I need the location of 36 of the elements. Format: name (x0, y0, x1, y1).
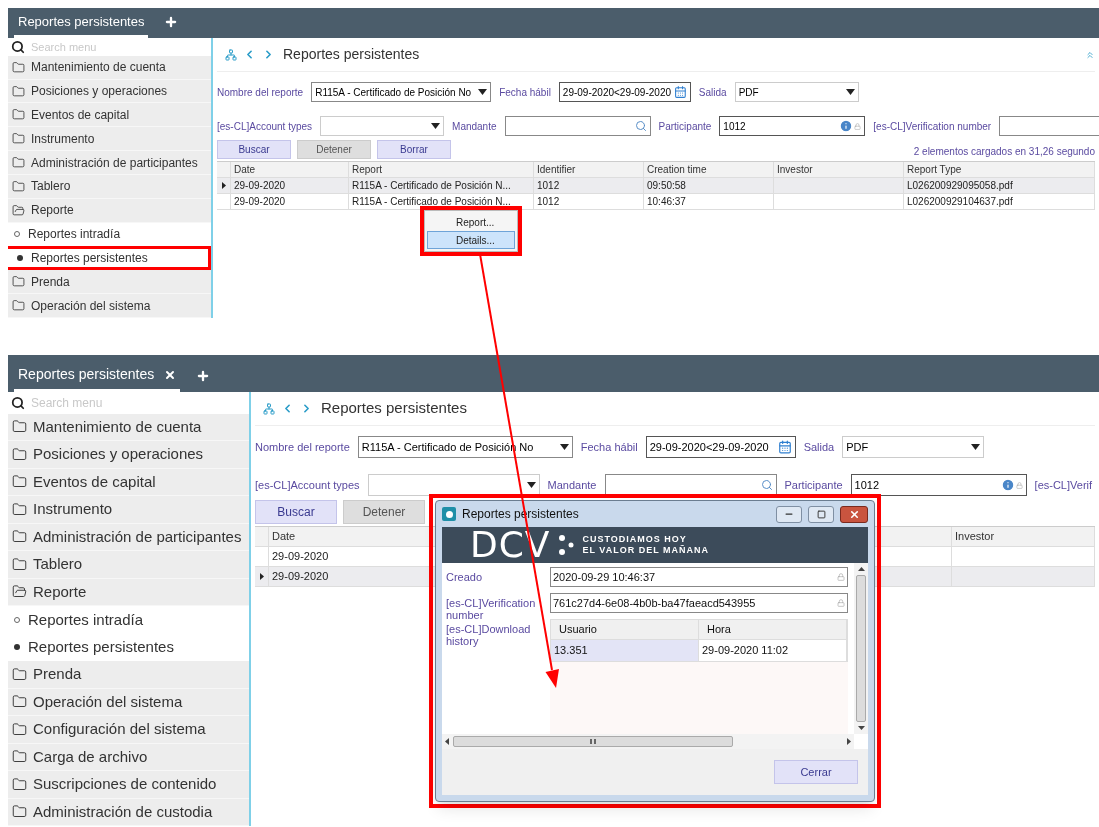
table-cell-text: 10:46:37 (647, 195, 686, 209)
field-label: [es-CL]Verification number (446, 597, 537, 623)
field-label: Salida (698, 85, 727, 100)
field-label: Nombre del reporte (255, 439, 350, 455)
field-label: Nombre del reporte (217, 85, 304, 100)
field-label: Fecha hábil (499, 85, 551, 100)
status-text: 2 elementos cargados en 31,26 segundo (913, 145, 1095, 159)
field-label: [es-CL]Verification number (873, 119, 992, 134)
table-cell-text: 29-09-2020 (234, 179, 286, 193)
page-title: Reportes persistentes (321, 398, 467, 419)
field-label: [es-CL]Account types (217, 119, 313, 134)
table-cell-text: 09:50:58 (647, 179, 686, 193)
field-label: Creado (446, 571, 484, 585)
table-cell-text: 29-09-2020 (272, 569, 329, 585)
table-cell: 29-09-2020 11:02 (699, 640, 847, 661)
field-label: [es-CL]Account types (255, 477, 360, 493)
table-cell-text: L026200929104637.pdf (907, 195, 1013, 209)
table-cell: 13.351 (551, 640, 699, 661)
table-cell-text: 1012 (537, 195, 560, 209)
field-label: [es-CL]Download history (446, 623, 532, 647)
table-cell-text: R115A - Certificado de Posición N... (352, 179, 511, 193)
table-cell-text: L026200929095058.pdf (907, 179, 1013, 193)
field-label: Participante (784, 477, 843, 493)
table-cell-text: 29-09-2020 (272, 549, 329, 565)
field-label: Mandante (452, 119, 497, 134)
table-cell-text: R115A - Certificado de Posición N... (352, 195, 511, 209)
field-label: [es-CL]Verif (1034, 477, 1093, 493)
tagline-text: EL VALOR DEL MAÑANA (582, 545, 709, 556)
tagline-text: CUSTODIAMOS HOY (582, 534, 688, 545)
page-title: Reportes persistentes (283, 45, 420, 64)
table-cell-text: 29-09-2020 (234, 195, 286, 209)
field-label: Fecha hábil (580, 439, 638, 455)
field-label: Participante (658, 119, 712, 134)
table-cell-text: 1012 (537, 179, 560, 193)
field-label: Salida (803, 439, 835, 455)
field-label: Mandante (547, 477, 597, 493)
